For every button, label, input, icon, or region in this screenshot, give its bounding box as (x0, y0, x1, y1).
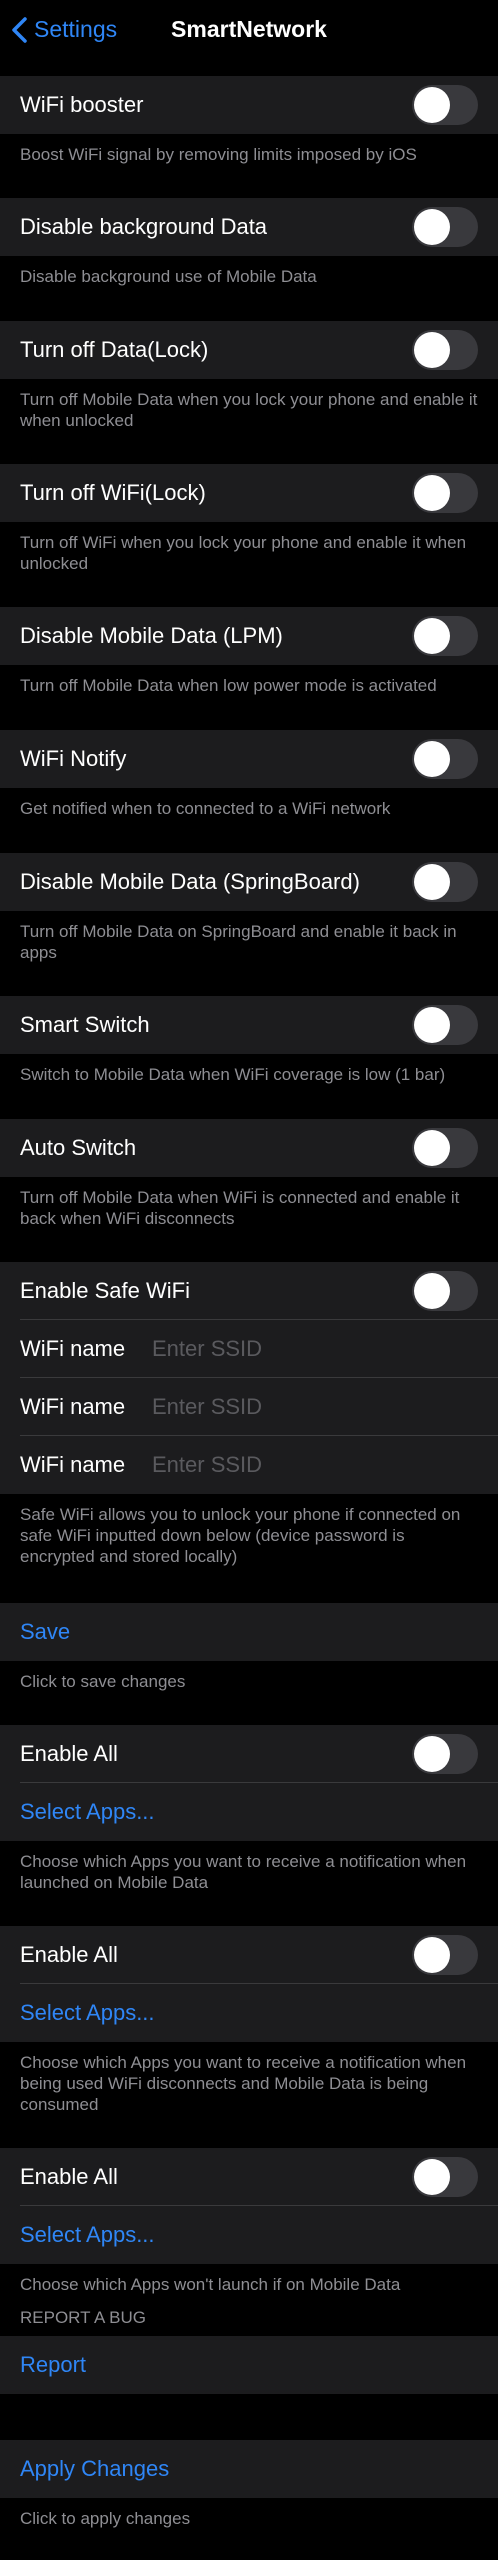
safe-wifi-label: Enable Safe WiFi (20, 1278, 190, 1303)
safe-wifi-row: Enable Safe WiFi (0, 1262, 498, 1320)
disable-data-lpm-toggle[interactable] (412, 616, 478, 656)
select-apps-label: Select Apps... (20, 1799, 155, 1824)
disable-data-lpm-footer: Turn off Mobile Data when low power mode… (20, 676, 437, 695)
toggle-knob (414, 1130, 450, 1166)
turn-off-data-lock-footer: Turn off Mobile Data when you lock your … (20, 390, 478, 430)
ssid-row: WiFi name (0, 1436, 498, 1494)
wifi-booster-label: WiFi booster (20, 92, 144, 117)
disable-data-springboard-label: Disable Mobile Data (SpringBoard) (20, 869, 360, 894)
disable-background-data-toggle[interactable] (412, 207, 478, 247)
disable-data-springboard-footer: Turn off Mobile Data on SpringBoard and … (20, 922, 457, 962)
turn-off-wifi-lock-toggle[interactable] (412, 473, 478, 513)
smart-switch-toggle[interactable] (412, 1005, 478, 1045)
disable-background-data-row: Disable background Data (0, 198, 498, 256)
select-apps-label: Select Apps... (20, 2222, 155, 2247)
disable-background-data-label: Disable background Data (20, 214, 268, 239)
toggle-knob (414, 618, 450, 654)
smart-switch-row: Smart Switch (0, 996, 498, 1054)
ssid-input[interactable] (152, 1336, 478, 1362)
select-apps-button[interactable]: Select Apps... (0, 1984, 498, 2042)
report-section-header: REPORT A BUG (20, 2308, 146, 2327)
auto-switch-row: Auto Switch (0, 1119, 498, 1177)
enable-all-label: Enable All (20, 2164, 118, 2189)
toggle-knob (414, 1736, 450, 1772)
enable-all-label: Enable All (20, 1942, 118, 1967)
turn-off-data-lock-row: Turn off Data(Lock) (0, 321, 498, 379)
apply-changes-label: Apply Changes (20, 2456, 170, 2481)
ssid-input[interactable] (152, 1452, 478, 1478)
wifi-notify-toggle[interactable] (412, 739, 478, 779)
apps-launch-footer: Choose which Apps you want to receive a … (20, 1852, 467, 1892)
toggle-knob (414, 1273, 450, 1309)
apply-changes-button[interactable]: Apply Changes (0, 2440, 498, 2498)
toggle-knob (414, 1937, 450, 1973)
disable-data-springboard-row: Disable Mobile Data (SpringBoard) (0, 853, 498, 911)
toggle-knob (414, 741, 450, 777)
select-apps-label: Select Apps... (20, 2000, 155, 2025)
disable-data-springboard-toggle[interactable] (412, 862, 478, 902)
save-footer: Click to save changes (20, 1672, 186, 1691)
enable-all-row: Enable All (0, 2148, 498, 2206)
turn-off-wifi-lock-row: Turn off WiFi(Lock) (0, 464, 498, 522)
disable-background-data-footer: Disable background use of Mobile Data (20, 267, 317, 286)
wifi-notify-footer: Get notified when to connected to a WiFi… (20, 799, 391, 818)
report-button-label: Report (20, 2352, 87, 2377)
ssid-input[interactable] (152, 1394, 478, 1420)
enable-all-label: Enable All (20, 1741, 118, 1766)
ssid-label: WiFi name (20, 1336, 126, 1361)
apps-consume-footer: Choose which Apps you want to receive a … (20, 2053, 467, 2114)
auto-switch-footer: Turn off Mobile Data when WiFi is connec… (20, 1188, 460, 1228)
toggle-knob (414, 209, 450, 245)
report-button[interactable]: Report (0, 2336, 498, 2394)
save-button-label: Save (20, 1619, 71, 1644)
wifi-notify-label: WiFi Notify (20, 746, 127, 771)
smart-switch-footer: Switch to Mobile Data when WiFi coverage… (20, 1065, 446, 1084)
ssid-label: WiFi name (20, 1394, 126, 1419)
apply-changes-footer: Click to apply changes (20, 2509, 191, 2528)
turn-off-data-lock-toggle[interactable] (412, 330, 478, 370)
wifi-booster-toggle[interactable] (412, 85, 478, 125)
wifi-notify-row: WiFi Notify (0, 730, 498, 788)
enable-all-row: Enable All (0, 1926, 498, 1984)
wifi-booster-footer: Boost WiFi signal by removing limits imp… (20, 145, 417, 164)
ssid-label: WiFi name (20, 1452, 126, 1477)
toggle-knob (414, 475, 450, 511)
smart-switch-label: Smart Switch (20, 1012, 150, 1037)
select-apps-button[interactable]: Select Apps... (0, 1783, 498, 1841)
page-title: SmartNetwork (171, 16, 327, 42)
turn-off-data-lock-label: Turn off Data(Lock) (20, 337, 209, 362)
turn-off-wifi-lock-footer: Turn off WiFi when you lock your phone a… (20, 533, 467, 573)
enable-all-toggle[interactable] (412, 1734, 478, 1774)
auto-switch-label: Auto Switch (20, 1135, 137, 1160)
enable-all-toggle[interactable] (412, 2157, 478, 2197)
save-button[interactable]: Save (0, 1603, 498, 1661)
select-apps-button[interactable]: Select Apps... (0, 2206, 498, 2264)
auto-switch-toggle[interactable] (412, 1128, 478, 1168)
toggle-knob (414, 332, 450, 368)
toggle-knob (414, 87, 450, 123)
toggle-knob (414, 2159, 450, 2195)
toggle-knob (414, 1007, 450, 1043)
disable-data-lpm-label: Disable Mobile Data (LPM) (20, 623, 283, 648)
disable-data-lpm-row: Disable Mobile Data (LPM) (0, 607, 498, 665)
enable-all-row: Enable All (0, 1725, 498, 1783)
safe-wifi-footer: Safe WiFi allows you to unlock your phon… (20, 1505, 461, 1566)
enable-all-toggle[interactable] (412, 1935, 478, 1975)
ssid-row: WiFi name (0, 1320, 498, 1378)
toggle-knob (414, 864, 450, 900)
safe-wifi-toggle[interactable] (412, 1271, 478, 1311)
wifi-booster-row: WiFi booster (0, 76, 498, 134)
turn-off-wifi-lock-label: Turn off WiFi(Lock) (20, 480, 206, 505)
apps-block-footer: Choose which Apps won't launch if on Mob… (20, 2275, 401, 2294)
navigation-bar: Settings SmartNetwork (0, 0, 498, 58)
ssid-row: WiFi name (0, 1378, 498, 1436)
